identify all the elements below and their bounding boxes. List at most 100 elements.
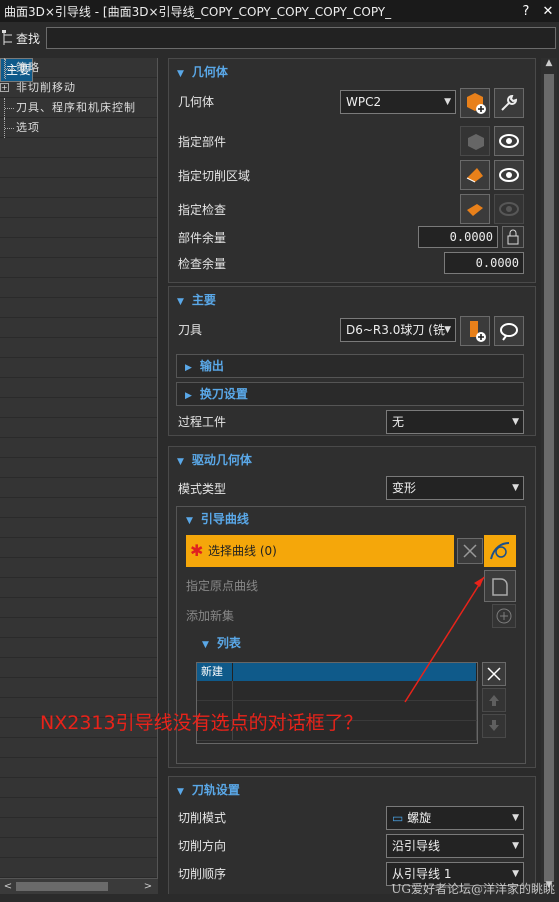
path-header[interactable]: ▼ 刀轨设置 [169, 777, 535, 803]
title-bar: 曲面3D×引导线 - [曲面3D×引导线_COPY_COPY_COPY_COPY… [0, 0, 559, 22]
cut-direction-select[interactable]: 沿引导线 ▼ [386, 834, 524, 858]
required-star-icon: ✱ [190, 541, 204, 560]
ipw-label: 过程工件 [178, 415, 227, 429]
display-part-button[interactable] [494, 126, 524, 156]
display-cut-area-button[interactable] [494, 160, 524, 190]
search-bar: 查找 [0, 24, 559, 52]
edit-geometry-button[interactable] [494, 88, 524, 118]
expand-icon[interactable]: + [0, 83, 9, 92]
cut-order-label: 切削顺序 [178, 867, 227, 881]
tree-row-background [0, 238, 157, 258]
add-set-button[interactable] [492, 604, 516, 628]
scroll-up-icon[interactable]: ▲ [541, 58, 557, 72]
delete-list-item-button[interactable] [482, 662, 506, 686]
origin-curve-label: 指定原点曲线 [186, 579, 259, 593]
new-geometry-button[interactable] [460, 88, 490, 118]
spiral-icon: ▭ [392, 811, 408, 825]
add-icon [496, 608, 512, 624]
select-part-button[interactable] [460, 126, 490, 156]
geometry-header[interactable]: ▼ 几何体 [169, 59, 535, 85]
tree-row-background [0, 638, 157, 658]
list-header[interactable]: ▼ 列表 [194, 630, 241, 656]
check-geometry-icon [467, 204, 483, 216]
tree-row-background [0, 358, 157, 378]
scroll-thumb[interactable] [16, 882, 108, 891]
part-stock-input[interactable]: 0.0000 [418, 226, 498, 248]
tree-search-icon [2, 30, 12, 45]
tree-row-background [0, 418, 157, 438]
lock-button[interactable] [502, 226, 524, 248]
tree-row-background [0, 618, 157, 638]
table-header: 新建 [197, 663, 477, 681]
cut-mode-label: 切削模式 [178, 811, 227, 825]
tree-item-label: 非切削移动 [16, 81, 76, 94]
tree-row-background [0, 198, 157, 218]
drive-header[interactable]: ▼ 驱动几何体 [169, 447, 535, 473]
geometry-label: 几何体 [178, 95, 215, 109]
edit-tool-button[interactable] [494, 316, 524, 346]
select-cut-area-button[interactable] [460, 160, 490, 190]
pattern-label: 模式类型 [178, 482, 227, 496]
search-label: 查找 [0, 30, 44, 47]
tree-item-tool-control[interactable]: 刀具、程序和机床控制 [0, 98, 156, 118]
table-column-blank [233, 663, 477, 681]
scroll-right-icon[interactable]: > [141, 879, 155, 894]
eye-icon [499, 134, 519, 148]
new-tool-button[interactable] [460, 316, 490, 346]
new-tool-icon [470, 321, 486, 342]
tree-row-background [0, 518, 157, 538]
origin-curve-button[interactable] [484, 570, 516, 602]
tree-row-background [0, 758, 157, 778]
tree-row-background [0, 438, 157, 458]
tree-item-strategy[interactable]: 策略 [0, 58, 156, 78]
search-input[interactable] [46, 27, 556, 49]
tool-label: 刀具 [178, 323, 203, 337]
tool-select[interactable]: D6~R3.0球刀 (铣 ▼ [340, 318, 456, 342]
output-subsection[interactable]: ▶ 输出 [176, 354, 524, 378]
tree-horizontal-scrollbar[interactable]: < > [0, 878, 158, 894]
tree-row-background [0, 838, 157, 858]
navigation-tree: 主要 策略 + 非切削移动 刀具、程序和机床控制 选项 [0, 58, 158, 894]
ipw-select[interactable]: 无 ▼ [386, 410, 524, 434]
add-set-label: 添加新集 [186, 609, 235, 623]
pattern-select[interactable]: 变形 ▼ [386, 476, 524, 500]
tree-row-background [0, 258, 157, 278]
part-label: 指定部件 [178, 135, 227, 149]
wrench-icon [501, 94, 518, 111]
select-curve-bar[interactable]: ✱ 选择曲线 (0) [186, 535, 454, 567]
check-stock-input[interactable]: 0.0000 [444, 252, 524, 274]
scroll-thumb[interactable] [544, 74, 554, 882]
move-down-button[interactable] [482, 714, 506, 738]
geometry-select[interactable]: WPC2 ▼ [340, 90, 456, 114]
remove-curve-button[interactable] [457, 538, 483, 564]
cut-mode-select[interactable]: ▭ 螺旋 ▼ [386, 806, 524, 830]
main-header[interactable]: ▼ 主要 [169, 287, 535, 313]
tree-row-background [0, 778, 157, 798]
dialog-vertical-scrollbar[interactable]: ▲ ▼ [541, 58, 557, 894]
tree-row-background [0, 178, 157, 198]
move-up-button[interactable] [482, 688, 506, 712]
curve-icon [490, 542, 510, 560]
annotation-text: NX2313引导线没有选点的对话框了？ [40, 712, 363, 734]
tree-row-background [0, 858, 157, 878]
table-row[interactable] [197, 681, 477, 701]
arrow-down-icon [489, 720, 499, 731]
display-check-button[interactable] [494, 194, 524, 224]
tool-change-subsection[interactable]: ▶ 换刀设置 [176, 382, 524, 406]
select-curve-label: 选择曲线 (0) [208, 544, 277, 558]
table-column-new: 新建 [197, 663, 233, 681]
tree-item-non-cutting[interactable]: + 非切削移动 [0, 78, 156, 98]
tree-row-background [0, 138, 157, 158]
tree-row-background [0, 478, 157, 498]
curve-select-tool-button[interactable] [484, 535, 516, 567]
cut-area-icon [466, 168, 483, 183]
select-check-button[interactable] [460, 194, 490, 224]
tree-row-background [0, 278, 157, 298]
tree-row-background [0, 398, 157, 418]
tree-row-background [0, 578, 157, 598]
tree-item-options[interactable]: 选项 [0, 118, 156, 138]
close-button[interactable]: ✕ [537, 4, 559, 19]
help-button[interactable]: ? [515, 4, 537, 19]
guide-curve-header[interactable]: ▼ 引导曲线 [178, 506, 249, 532]
scroll-left-icon[interactable]: < [1, 879, 15, 894]
